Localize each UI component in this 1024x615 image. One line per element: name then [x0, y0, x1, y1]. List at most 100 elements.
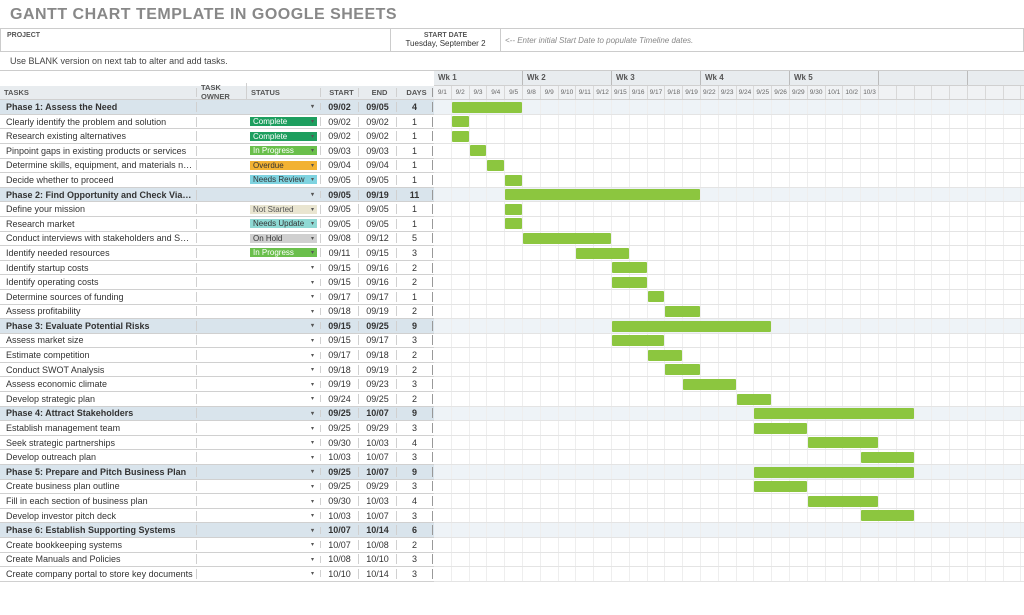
status-chip[interactable]: ▾ [250, 425, 317, 432]
start-date[interactable]: 09/02 [321, 131, 359, 141]
task-row[interactable]: Assess profitability▾09/1809/192 [0, 305, 434, 320]
end-date[interactable]: 09/19 [359, 190, 397, 200]
end-date[interactable]: 09/02 [359, 117, 397, 127]
end-date[interactable]: 10/03 [359, 438, 397, 448]
gantt-bar[interactable] [523, 233, 611, 244]
status-cell[interactable]: ▾ [247, 264, 321, 271]
start-date[interactable]: 09/05 [321, 219, 359, 229]
status-chip[interactable]: In Progress▾ [250, 146, 317, 155]
start-date[interactable]: 10/07 [321, 540, 359, 550]
start-date[interactable]: 09/02 [321, 102, 359, 112]
task-row[interactable]: Develop strategic plan▾09/2409/252 [0, 392, 434, 407]
task-name[interactable]: Create company portal to store key docum… [0, 569, 197, 579]
end-date[interactable]: 09/29 [359, 423, 397, 433]
task-name[interactable]: Identify startup costs [0, 263, 197, 273]
start-date[interactable]: 09/25 [321, 481, 359, 491]
status-chip[interactable]: ▾ [250, 293, 317, 300]
end-date[interactable]: 09/05 [359, 204, 397, 214]
gantt-bar[interactable] [505, 218, 522, 229]
dropdown-icon[interactable]: ▾ [311, 191, 314, 198]
end-date[interactable]: 09/05 [359, 175, 397, 185]
end-date[interactable]: 09/04 [359, 160, 397, 170]
task-name[interactable]: Phase 1: Assess the Need [0, 102, 197, 112]
status-chip[interactable]: ▾ [250, 454, 317, 461]
status-cell[interactable]: ▾ [247, 337, 321, 344]
gantt-bar[interactable] [487, 160, 504, 171]
start-date[interactable]: 09/11 [321, 248, 359, 258]
status-cell[interactable]: In Progress▾ [247, 248, 321, 257]
status-cell[interactable]: ▾ [247, 191, 321, 198]
status-cell[interactable]: ▾ [247, 322, 321, 329]
status-cell[interactable]: ▾ [247, 293, 321, 300]
status-cell[interactable]: ▾ [247, 279, 321, 286]
gantt-bar[interactable] [737, 394, 772, 405]
phase-row[interactable]: Phase 1: Assess the Need▾09/0209/054 [0, 100, 434, 115]
gantt-bar[interactable] [452, 102, 522, 113]
status-chip[interactable]: ▾ [250, 191, 317, 198]
status-cell[interactable]: ▾ [247, 483, 321, 490]
start-date[interactable]: 09/25 [321, 467, 359, 477]
status-chip[interactable]: Overdue▾ [250, 161, 317, 170]
dropdown-icon[interactable]: ▾ [311, 410, 314, 417]
status-chip[interactable]: ▾ [250, 352, 317, 359]
gantt-bar[interactable] [665, 306, 700, 317]
status-cell[interactable]: ▾ [247, 498, 321, 505]
task-row[interactable]: Seek strategic partnerships▾09/3010/034 [0, 436, 434, 451]
task-row[interactable]: Research marketNeeds Update▾09/0509/051 [0, 217, 434, 232]
status-cell[interactable]: ▾ [247, 308, 321, 315]
end-date[interactable]: 09/02 [359, 131, 397, 141]
task-row[interactable]: Create business plan outline▾09/2509/293 [0, 480, 434, 495]
end-date[interactable]: 09/05 [359, 102, 397, 112]
task-name[interactable]: Identify operating costs [0, 277, 197, 287]
status-cell[interactable]: ▾ [247, 425, 321, 432]
task-name[interactable]: Create business plan outline [0, 481, 197, 491]
status-chip[interactable]: ▾ [250, 395, 317, 402]
start-date[interactable]: 09/03 [321, 146, 359, 156]
start-date[interactable]: 10/03 [321, 452, 359, 462]
status-chip[interactable]: ▾ [250, 264, 317, 271]
project-cell[interactable]: PROJECT [1, 29, 391, 51]
task-row[interactable]: Assess market size▾09/1509/173 [0, 334, 434, 349]
dropdown-icon[interactable]: ▾ [311, 264, 314, 271]
gantt-bar[interactable] [505, 189, 700, 200]
dropdown-icon[interactable]: ▾ [311, 206, 314, 213]
status-chip[interactable]: ▾ [250, 410, 317, 417]
phase-row[interactable]: Phase 4: Attract Stakeholders▾09/2510/07… [0, 407, 434, 422]
status-chip[interactable]: ▾ [250, 439, 317, 446]
dropdown-icon[interactable]: ▾ [311, 381, 314, 388]
task-row[interactable]: Identify startup costs▾09/1509/162 [0, 261, 434, 276]
end-date[interactable]: 10/07 [359, 452, 397, 462]
end-date[interactable]: 10/10 [359, 554, 397, 564]
status-cell[interactable]: ▾ [247, 556, 321, 563]
start-date[interactable]: 09/18 [321, 306, 359, 316]
dropdown-icon[interactable]: ▾ [311, 570, 314, 577]
start-date[interactable]: 09/05 [321, 204, 359, 214]
start-date[interactable]: 09/25 [321, 423, 359, 433]
dropdown-icon[interactable]: ▾ [311, 483, 314, 490]
dropdown-icon[interactable]: ▾ [311, 249, 314, 256]
dropdown-icon[interactable]: ▾ [311, 133, 314, 140]
task-row[interactable]: Develop investor pitch deck▾10/0310/073 [0, 509, 434, 524]
status-cell[interactable]: ▾ [247, 395, 321, 402]
dropdown-icon[interactable]: ▾ [311, 556, 314, 563]
task-name[interactable]: Seek strategic partnerships [0, 438, 197, 448]
gantt-bar[interactable] [861, 510, 913, 521]
dropdown-icon[interactable]: ▾ [311, 468, 314, 475]
task-name[interactable]: Phase 6: Establish Supporting Systems [0, 525, 197, 535]
status-chip[interactable]: Needs Update▾ [250, 219, 317, 228]
status-chip[interactable]: ▾ [250, 541, 317, 548]
start-date[interactable]: 09/05 [321, 175, 359, 185]
gantt-bar[interactable] [612, 335, 664, 346]
status-cell[interactable]: ▾ [247, 527, 321, 534]
status-chip[interactable]: ▾ [250, 279, 317, 286]
gantt-bar[interactable] [505, 175, 522, 186]
gantt-bar[interactable] [754, 467, 913, 478]
task-name[interactable]: Phase 5: Prepare and Pitch Business Plan [0, 467, 197, 477]
dropdown-icon[interactable]: ▾ [311, 103, 314, 110]
task-name[interactable]: Develop strategic plan [0, 394, 197, 404]
end-date[interactable]: 10/07 [359, 467, 397, 477]
phase-row[interactable]: Phase 5: Prepare and Pitch Business Plan… [0, 465, 434, 480]
dropdown-icon[interactable]: ▾ [311, 425, 314, 432]
task-name[interactable]: Conduct interviews with stakeholders and… [0, 233, 197, 243]
gantt-bar[interactable] [576, 248, 628, 259]
